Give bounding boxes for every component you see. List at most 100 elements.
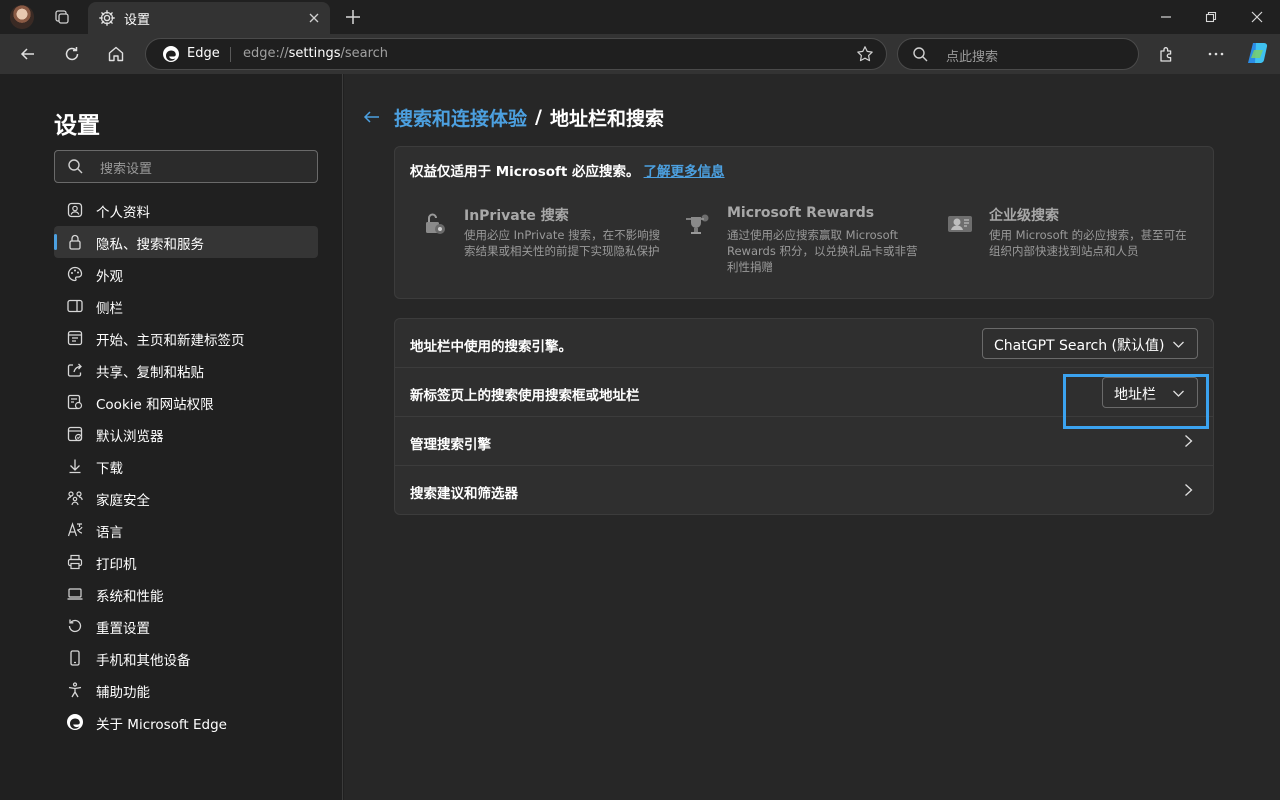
setting-row-search-engine: 地址栏中使用的搜索引擎。 ChatGPT Search (默认值) — [395, 319, 1213, 368]
extensions-icon[interactable] — [1155, 42, 1179, 66]
close-window-button[interactable] — [1246, 6, 1268, 28]
setting-label: 管理搜索引擎 — [410, 437, 491, 453]
close-tab-icon[interactable] — [306, 10, 322, 26]
sidebar-item-label: 下载 — [96, 461, 123, 477]
cookie-icon — [66, 393, 84, 411]
sidebar-item-printers[interactable]: 打印机 — [54, 546, 318, 578]
language-icon — [66, 521, 84, 539]
dropdown-value: ChatGPT Search (默认值) — [994, 338, 1165, 354]
sidebar-item-label: 侧栏 — [96, 301, 123, 317]
title-bar: 设置 — [0, 0, 1280, 34]
sidebar-title: 设置 — [54, 113, 100, 139]
sidebar-item-label: 共享、复制和粘贴 — [96, 365, 204, 381]
edge-logo-icon — [162, 45, 180, 63]
accessibility-icon — [66, 681, 84, 699]
feature-description: 使用必应 InPrivate 搜索，在不影响搜索结果或相关性的前提下实现隐私保护 — [464, 228, 661, 258]
phone-icon — [66, 649, 84, 667]
copilot-icon[interactable] — [1245, 40, 1271, 66]
family-icon — [66, 489, 84, 507]
sidebar-item-label: 手机和其他设备 — [96, 653, 191, 669]
sidebar-item-label: 打印机 — [96, 557, 137, 573]
back-arrow-icon[interactable] — [362, 107, 382, 127]
back-button[interactable] — [16, 42, 40, 66]
sidebar-item-about[interactable]: 关于 Microsoft Edge — [54, 706, 318, 738]
restore-button[interactable] — [1200, 6, 1222, 28]
search-icon — [67, 158, 84, 175]
breadcrumb-parent-link[interactable]: 搜索和连接体验 — [394, 104, 527, 131]
sidebar-item-sidebar[interactable]: 侧栏 — [54, 290, 318, 322]
setting-row-new-tab-search: 新标签页上的搜索使用搜索框或地址栏 地址栏 — [395, 368, 1213, 429]
more-options-icon[interactable] — [1204, 42, 1228, 66]
profile-icon — [66, 201, 84, 219]
setting-row-suggestions-filters[interactable]: 搜索建议和筛选器 — [395, 466, 1213, 515]
settings-search-input[interactable]: 搜索设置 — [54, 150, 318, 183]
sidebar-item-appearance[interactable]: 外观 — [54, 258, 318, 290]
sidebar-item-default-browser[interactable]: 默认浏览器 — [54, 418, 318, 450]
benefits-heading: 权益仅适用于 Microsoft 必应搜索。 了解更多信息 — [410, 164, 725, 180]
sidebar-nav: 个人资料 隐私、搜索和服务 外观 侧栏 开始、主页和新建标签页 共享、复制和粘贴… — [54, 194, 318, 738]
minimize-button[interactable] — [1155, 6, 1177, 28]
learn-more-link[interactable]: 了解更多信息 — [644, 164, 725, 180]
sidebar-item-start-home[interactable]: 开始、主页和新建标签页 — [54, 322, 318, 354]
feature-description: 使用 Microsoft 的必应搜索，甚至可在组织内部快速找到站点和人员 — [989, 228, 1187, 258]
workspaces-icon[interactable] — [52, 7, 72, 27]
breadcrumb-separator: / — [535, 106, 542, 128]
setting-row-manage-engines[interactable]: 管理搜索引擎 — [395, 417, 1213, 466]
inprivate-lock-icon — [420, 209, 450, 239]
chevron-right-icon — [1181, 433, 1195, 449]
bing-benefits-card: 权益仅适用于 Microsoft 必应搜索。 了解更多信息 InPrivate 搜… — [394, 146, 1214, 299]
sidebar-item-label: 辅助功能 — [96, 685, 150, 701]
toolbar-search-input[interactable]: 点此搜索 — [897, 38, 1139, 70]
setting-label: 搜索建议和筛选器 — [410, 486, 518, 502]
rewards-trophy-icon — [683, 209, 713, 239]
search-engine-dropdown[interactable]: ChatGPT Search (默认值) — [982, 328, 1198, 359]
sidebar-item-family[interactable]: 家庭安全 — [54, 482, 318, 514]
address-separator — [230, 47, 231, 62]
home-button[interactable] — [104, 42, 128, 66]
settings-sidebar: 设置 搜索设置 个人资料 隐私、搜索和服务 外观 侧栏 开始、主页和新建标签页 — [0, 74, 343, 800]
palette-icon — [66, 265, 84, 283]
lock-icon — [66, 233, 84, 251]
edge-icon — [66, 713, 84, 731]
site-name: Edge — [187, 46, 220, 61]
sidebar-item-accessibility[interactable]: 辅助功能 — [54, 674, 318, 706]
tab-settings[interactable]: 设置 — [88, 2, 330, 34]
url-text: edge://settings/search — [243, 46, 389, 61]
favorite-star-icon[interactable] — [856, 45, 874, 63]
sidebar-item-label: 语言 — [96, 525, 123, 541]
navigation-toolbar: Edge edge://settings/search 点此搜索 — [0, 34, 1280, 74]
page-title: 地址栏和搜索 — [549, 107, 664, 130]
refresh-button[interactable] — [60, 42, 84, 66]
chevron-right-icon — [1181, 482, 1195, 498]
reset-icon — [66, 617, 84, 635]
address-bar[interactable]: Edge edge://settings/search — [145, 38, 887, 70]
sidebar-item-label: 开始、主页和新建标签页 — [96, 333, 245, 349]
sidebar-item-label: 关于 Microsoft Edge — [96, 717, 227, 733]
sidebar-item-share[interactable]: 共享、复制和粘贴 — [54, 354, 318, 386]
profile-avatar[interactable] — [10, 5, 34, 29]
setting-label: 地址栏中使用的搜索引擎。 — [410, 339, 572, 355]
dropdown-value: 地址栏 — [1114, 387, 1156, 403]
sidebar-item-system[interactable]: 系统和性能 — [54, 578, 318, 610]
sidebar-item-label: 外观 — [96, 269, 123, 285]
sidebar-item-label: 重置设置 — [96, 621, 150, 637]
new-tab-button[interactable] — [342, 6, 364, 28]
sidebar-item-privacy[interactable]: 隐私、搜索和服务 — [54, 226, 318, 258]
sidebar-item-cookies[interactable]: Cookie 和网站权限 — [54, 386, 318, 418]
sidebar-item-phone[interactable]: 手机和其他设备 — [54, 642, 318, 674]
sidebar-item-reset[interactable]: 重置设置 — [54, 610, 318, 642]
sidebar-item-label: 隐私、搜索和服务 — [96, 237, 204, 253]
feature-description: 通过使用必应搜索赢取 Microsoft Rewards 积分，以兑换礼品卡或非… — [727, 228, 918, 274]
new-tab-search-dropdown[interactable]: 地址栏 — [1063, 374, 1209, 429]
sidebar-item-profile[interactable]: 个人资料 — [54, 194, 318, 226]
feature-title: InPrivate 搜索 — [464, 208, 569, 224]
sidebar-item-downloads[interactable]: 下载 — [54, 450, 318, 482]
sidebar-item-label: 默认浏览器 — [96, 429, 164, 445]
search-settings-card: 地址栏中使用的搜索引擎。 ChatGPT Search (默认值) 新标签页上的… — [394, 318, 1214, 515]
browser-icon — [66, 425, 84, 443]
download-icon — [66, 457, 84, 475]
sidebar-item-label: Cookie 和网站权限 — [96, 397, 214, 413]
sidebar-item-languages[interactable]: 语言 — [54, 514, 318, 546]
share-icon — [66, 361, 84, 379]
settings-search-placeholder: 搜索设置 — [100, 162, 153, 177]
